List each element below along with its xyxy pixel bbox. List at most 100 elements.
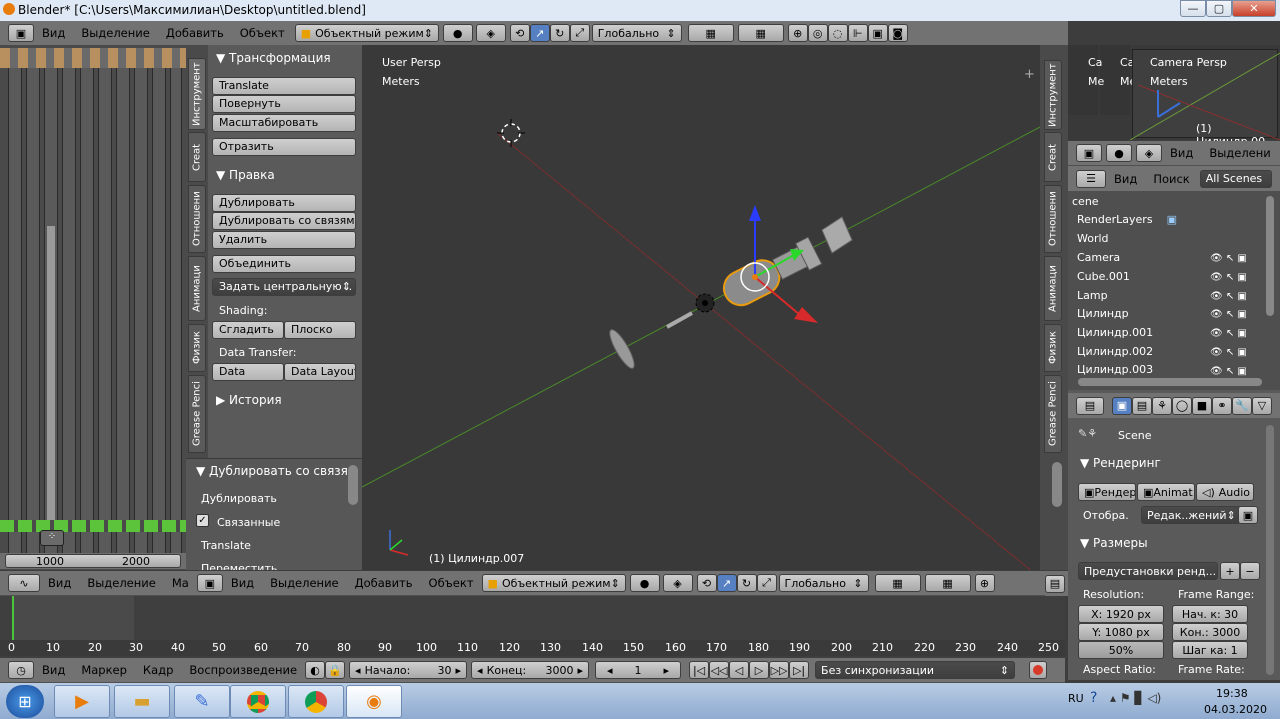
strip-5[interactable] (80, 55, 94, 567)
menu-add[interactable]: Добавить (166, 26, 224, 40)
resolution-y-field[interactable]: Y: 1080 px (1078, 623, 1164, 641)
outliner-row-scene[interactable]: cene (1072, 195, 1272, 214)
current-frame-field[interactable]: ◂ 1 ▸ (595, 661, 682, 679)
object-tab-icon[interactable]: ■ (1192, 396, 1212, 415)
timeline-menu-frame[interactable]: Кадр (143, 663, 173, 677)
play-reverse-icon[interactable]: ◁ (729, 661, 750, 679)
jump-start-icon[interactable]: |◁ (689, 661, 710, 679)
editor-type-icon[interactable]: ▣ (1076, 144, 1102, 162)
strip-menu-view[interactable]: Вид (48, 576, 71, 590)
layers-tab-icon[interactable]: ▤ (1132, 396, 1152, 415)
tab-create[interactable]: Creat (188, 132, 206, 182)
magnet-icon[interactable]: ◌ (827, 24, 848, 42)
edit-panel-title[interactable]: ▼ Правка (216, 168, 275, 182)
tab-tool-right[interactable]: Инструмент (1044, 60, 1062, 130)
timeline-editor-icon[interactable]: ◷ (8, 661, 34, 679)
shading-icon[interactable]: ● (442, 24, 473, 42)
join-button[interactable]: Объединить (212, 255, 356, 273)
manipulator-icon-2[interactable]: ⟲ (696, 574, 717, 592)
paint-icon[interactable]: ✎ (174, 685, 230, 718)
tab-grease-pencil[interactable]: Grease Penci (188, 375, 206, 453)
tab-physics[interactable]: Физик (188, 324, 206, 372)
lock-icon[interactable]: ▣ (1238, 506, 1258, 524)
menu-select[interactable]: Выделени (1209, 146, 1270, 160)
strip-menu-more[interactable]: Ma (172, 576, 189, 590)
scale-icon[interactable]: ⤢ (569, 24, 590, 42)
mode-select[interactable]: ■ Объектный режим ⇕ (294, 24, 439, 42)
blender-task-icon[interactable]: ◉ (346, 685, 402, 718)
menu-view[interactable]: Вид (42, 26, 65, 40)
modifier-tab-icon[interactable]: 🔧 (1232, 396, 1252, 415)
transform-panel-title[interactable]: ▼ Трансформация (216, 51, 331, 65)
play-icon[interactable]: ▷ (749, 661, 770, 679)
flat-button[interactable]: Плоско (284, 321, 356, 339)
file-explorer-icon[interactable]: ▬ (114, 685, 170, 718)
duplicate-button[interactable]: Дублировать (212, 194, 356, 212)
operator-title[interactable]: ▼ Дублировать со связя (196, 464, 348, 478)
menu-object-2[interactable]: Объект (429, 576, 474, 590)
editor-type-icon[interactable]: ▣ (8, 24, 34, 42)
close-button[interactable]: ✕ (1232, 0, 1276, 17)
tab-create-right[interactable]: Creat (1044, 132, 1062, 182)
outliner-hscrollbar[interactable] (1078, 378, 1262, 386)
timeline-menu-marker[interactable]: Маркер (81, 663, 127, 677)
rotate-icon[interactable]: ↻ (549, 24, 570, 42)
timeline-menu-view[interactable]: Вид (42, 663, 65, 677)
mirror-button[interactable]: Отразить (212, 138, 356, 156)
menu-view[interactable]: Вид (1170, 146, 1193, 160)
strip-range-field[interactable]: 1000 2000 (5, 554, 181, 568)
menu-select-2[interactable]: Выделение (270, 576, 339, 590)
outliner-scrollbar[interactable] (1266, 196, 1274, 316)
operator-scrollbar[interactable] (348, 465, 358, 505)
media-player-icon[interactable]: ▶ (54, 685, 110, 718)
side-scrollbar[interactable] (1052, 462, 1062, 507)
manipulator-icon[interactable]: ⟲ (509, 24, 530, 42)
strip-9[interactable] (152, 55, 166, 567)
pivot-icon[interactable]: ◈ (1136, 144, 1162, 162)
shading-icon-2[interactable]: ● (629, 574, 660, 592)
sync-select[interactable]: Без синхронизации ⇕ (815, 661, 1016, 679)
clock-date[interactable]: 04.03.2020 (1204, 703, 1267, 716)
frame-start-field[interactable]: Нач. к: 30 (1172, 605, 1248, 623)
delete-button[interactable]: Удалить (212, 231, 356, 249)
lock-icon[interactable]: ⊕ (787, 24, 808, 42)
strip-6[interactable] (98, 55, 112, 567)
data-tab-icon[interactable]: ▽ (1252, 396, 1272, 415)
tab-relations-right[interactable]: Отношени (1044, 185, 1062, 253)
set-origin-select[interactable]: Задать центральную .. ⇕ (212, 278, 356, 296)
snap-icon[interactable]: ◎ (807, 24, 828, 42)
strip-4[interactable] (62, 55, 76, 567)
mode-select-2[interactable]: ■ Объектный режим ⇕ (481, 574, 626, 592)
translate-icon-2[interactable]: ↗ (716, 574, 737, 592)
layers-icon-4[interactable]: ▦ (924, 574, 971, 592)
clock-time[interactable]: 19:38 (1216, 687, 1248, 700)
chrome-icon[interactable] (230, 685, 286, 718)
start-frame-field[interactable]: ◂ Начало: 30 ▸ (349, 661, 468, 679)
lock-icon-2[interactable]: ⊕ (974, 574, 995, 592)
strip-3[interactable] (44, 55, 58, 567)
timeline-menu-playback[interactable]: Воспроизведение (189, 663, 297, 677)
shading-icon[interactable]: ● (1106, 144, 1132, 162)
scale-button[interactable]: Масштабировать (212, 114, 356, 132)
chrome-profile-icon[interactable] (288, 685, 344, 718)
next-key-icon[interactable]: ▷▷ (769, 661, 790, 679)
translate-icon[interactable]: ↗ (529, 24, 550, 42)
snap-target-icon[interactable]: ⊩ (847, 24, 868, 42)
record-icon[interactable] (1029, 661, 1048, 679)
constraint-tab-icon[interactable]: ⚭ (1212, 396, 1232, 415)
scene-tab-icon[interactable]: ⚘ (1152, 396, 1172, 415)
orientation-select[interactable]: Глобально ⇕ (591, 24, 682, 42)
strip-7[interactable] (116, 55, 130, 567)
strip-1[interactable] (8, 55, 22, 567)
editor-type-icon[interactable]: ▣ (196, 574, 223, 592)
layers-icon-2[interactable]: ▦ (737, 24, 784, 42)
prev-key-icon[interactable]: ◁◁ (709, 661, 730, 679)
strip-menu-select[interactable]: Выделение (87, 576, 156, 590)
layers-icon-3[interactable]: ▦ (874, 574, 921, 592)
translate-button[interactable]: Translate (212, 77, 356, 95)
properties-type-icon[interactable]: ▤ (1076, 396, 1104, 415)
tab-tools[interactable]: Инструмент (188, 58, 206, 130)
properties-scrollbar[interactable] (1266, 425, 1274, 675)
plus-icon[interactable]: + (1024, 67, 1035, 82)
outliner-row-renderlayers[interactable]: RenderLayers ▣ (1072, 213, 1272, 232)
